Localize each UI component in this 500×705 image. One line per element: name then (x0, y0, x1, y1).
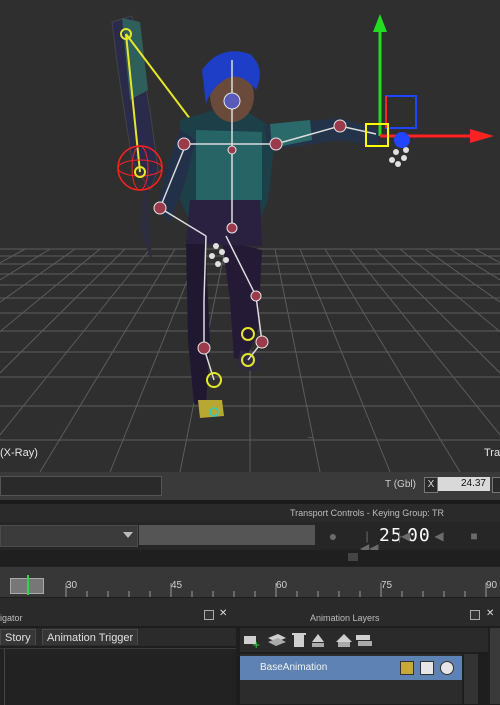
close-icon[interactable]: ✕ (486, 608, 494, 619)
transport-header: Transport Controls - Keying Group: TR (0, 504, 500, 522)
mute-icon[interactable] (440, 661, 454, 675)
viewport-right-label: Tra (484, 447, 500, 459)
layers-toolbar: + (240, 628, 488, 652)
float-window-icon[interactable] (470, 610, 480, 620)
go-start-icon[interactable]: |◀◀ (360, 530, 378, 554)
layers-tool-icons: + (244, 633, 372, 651)
chevron-down-icon (123, 532, 133, 538)
delete-icon (292, 633, 306, 647)
record-icon[interactable]: ● (326, 529, 340, 543)
timeline-label-45: 45 (171, 580, 183, 591)
tab-animation-trigger[interactable]: Animation Trigger (42, 629, 139, 645)
current-frame-indicator[interactable] (27, 575, 29, 595)
3d-viewport[interactable]: — (X-Ray) Tra (0, 0, 500, 472)
viewport-scene: — (0, 14, 500, 472)
faint-coordinate-text: — (307, 434, 313, 443)
add-layer-icon: + (244, 636, 260, 651)
navigator-title: igator (0, 613, 23, 623)
merge-icon (312, 634, 324, 647)
character-body (158, 51, 380, 418)
timeline-ruler[interactable]: 30 45 60 75 90 (0, 566, 500, 597)
side-panel-edge (490, 628, 500, 704)
panel-headers: igator ✕ Animation Layers ✕ (0, 598, 500, 626)
prev-key-icon[interactable]: |◀ (397, 530, 411, 542)
timeline-label-60: 60 (276, 580, 288, 591)
take-dropdown[interactable] (0, 525, 138, 547)
divider (4, 649, 5, 705)
layer-down-icon (356, 635, 372, 646)
status-input[interactable] (0, 476, 162, 496)
navigator-body (0, 648, 236, 705)
layers-scrollbar[interactable] (464, 654, 478, 704)
character-raised-arm (111, 15, 159, 262)
layer-row-baseanimation[interactable]: BaseAnimation (240, 656, 462, 680)
play-back-icon[interactable]: ◀ (432, 530, 446, 542)
transport-title: Transport Controls - Keying Group: TR (290, 508, 445, 518)
transform-gizmo (365, 14, 494, 148)
status-bar: T (Gbl) X 24.37 (0, 472, 500, 500)
lock-icon[interactable] (400, 661, 414, 675)
timeline-label-75: 75 (381, 580, 393, 591)
layer-up-icon (336, 634, 352, 647)
transport-controls: 25 00 ● |◀◀ |◀ ◀ ■ (0, 522, 500, 554)
layers-list: BaseAnimation (240, 654, 462, 704)
navigator-tabs: Story Animation Trigger (0, 628, 236, 646)
transform-space-label: T (Gbl) (385, 479, 416, 490)
x-axis-label: X (424, 477, 438, 493)
layer-name: BaseAnimation (260, 662, 328, 673)
xray-mode-label: (X-Ray) (0, 447, 38, 459)
close-icon[interactable]: ✕ (219, 608, 227, 619)
x-value-field[interactable]: 24.37 (438, 477, 490, 491)
svg-text:+: + (252, 640, 260, 651)
timeline-label-90: 90 (486, 580, 498, 591)
transport-scrollbar[interactable] (0, 550, 500, 564)
tab-story[interactable]: Story (0, 629, 36, 645)
y-value-field[interactable] (492, 477, 500, 493)
layers-icon (268, 634, 286, 646)
current-frame-field[interactable]: 25 00 (139, 525, 430, 546)
animation-layers-title: Animation Layers (310, 613, 380, 623)
solo-icon[interactable] (420, 661, 434, 675)
timeline-label-30: 30 (66, 580, 78, 591)
stop-icon[interactable]: ■ (467, 530, 481, 542)
scroll-thumb[interactable] (348, 553, 358, 561)
float-window-icon[interactable] (204, 610, 214, 620)
